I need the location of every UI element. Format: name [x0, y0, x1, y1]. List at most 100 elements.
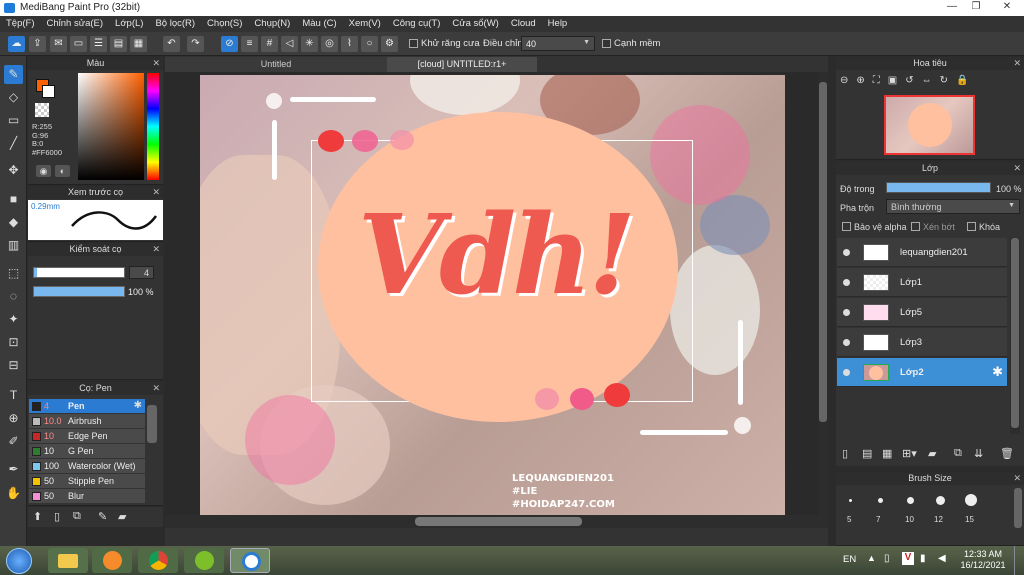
horizontal-scrollbar[interactable]	[165, 515, 828, 528]
menu-file[interactable]: Tệp(F)	[0, 16, 41, 32]
protect-alpha-checkbox[interactable]	[842, 222, 851, 231]
brush-new-icon[interactable]: ▯	[54, 510, 60, 523]
blend-mode-dropdown[interactable]: Bình thường ▼	[886, 199, 1020, 214]
lock-checkbox[interactable]	[967, 222, 976, 231]
adjust-dropdown[interactable]: 40 ▼	[521, 36, 595, 51]
menu-snap[interactable]: Chụp(N)	[248, 16, 296, 32]
clipping-checkbox[interactable]	[911, 222, 920, 231]
media-player-taskbar-icon[interactable]	[92, 548, 132, 573]
cloud-icon[interactable]: ☁	[8, 36, 25, 52]
tray-arrow-icon[interactable]: ▲	[867, 553, 876, 563]
folder-icon[interactable]: ▰	[928, 447, 936, 460]
brush-item-pen[interactable]: 4 Pen ✱	[29, 399, 145, 414]
layer-row[interactable]: Lớp3	[837, 328, 1007, 357]
brush-item-airbrush[interactable]: 10.0 Airbrush	[29, 414, 145, 429]
brush-edit-icon[interactable]: ✎	[98, 510, 107, 523]
explorer-taskbar-icon[interactable]	[48, 548, 88, 573]
brush-size-dot[interactable]	[878, 498, 883, 503]
hue-slider[interactable]	[147, 73, 159, 180]
eye-icon[interactable]	[843, 249, 850, 256]
rotate-left-icon[interactable]: ↺	[905, 75, 921, 86]
brush-size-scrollbar[interactable]	[1014, 488, 1022, 528]
text-tool-icon[interactable]: T	[4, 386, 23, 405]
comment-icon[interactable]: ✉	[50, 36, 67, 52]
language-indicator[interactable]: EN	[843, 554, 856, 565]
brush-copy-icon[interactable]: ⧉	[73, 510, 81, 523]
select-tool-icon[interactable]: ⬚	[4, 264, 23, 283]
snap-perspective-icon[interactable]: ◁	[281, 36, 298, 52]
close-icon[interactable]: ✕	[152, 57, 160, 70]
menu-tools[interactable]: Công cụ(T)	[387, 16, 447, 32]
antialias-checkbox[interactable]	[409, 39, 418, 48]
menu-select[interactable]: Chọn(S)	[201, 16, 248, 32]
brush-add-icon[interactable]: ⬆	[33, 510, 42, 523]
network-icon[interactable]: ▮	[920, 553, 926, 564]
clock[interactable]: 12:33 AM 16/12/2021	[958, 549, 1008, 571]
navigator-thumbnail[interactable]	[884, 95, 975, 155]
eye-icon[interactable]	[843, 279, 850, 286]
snap-settings-icon[interactable]: ⚙	[381, 36, 398, 52]
layer-row[interactable]: Lớp1	[837, 268, 1007, 297]
chrome-taskbar-icon[interactable]	[138, 548, 178, 573]
snap-grid-icon[interactable]: #	[261, 36, 278, 52]
show-desktop-button[interactable]	[1014, 546, 1024, 575]
palette-icon[interactable]: ◉	[36, 165, 51, 177]
menu-window[interactable]: Cửa sổ(W)	[446, 16, 504, 32]
rectangle-tool-icon[interactable]: ▭	[4, 111, 23, 130]
brush-item-edge-pen[interactable]: 10 Edge Pen	[29, 429, 145, 444]
new-file-icon[interactable]: ▭	[70, 36, 87, 52]
document-icon[interactable]: ☰	[90, 36, 107, 52]
new-8bit-layer-icon[interactable]: ▦	[882, 447, 892, 460]
pen-tool-icon[interactable]: ✒	[4, 460, 23, 479]
maximize-button[interactable]: ❐	[962, 0, 990, 15]
brush-opacity-slider[interactable]	[33, 286, 125, 297]
brush-item-stipple-pen[interactable]: 50 Stipple Pen	[29, 474, 145, 489]
grid-doc-icon[interactable]: ▤	[110, 36, 127, 52]
brush-item-blur[interactable]: 50 Blur	[29, 489, 145, 504]
menu-filter[interactable]: Bộ lọc(R)	[149, 16, 201, 32]
brush-list-scrollbar[interactable]	[147, 405, 157, 443]
menu-color[interactable]: Màu (C)	[296, 16, 342, 32]
brush-size-dot[interactable]	[936, 496, 945, 505]
layer-settings-icon[interactable]: ✱	[992, 364, 1003, 380]
tab-untitled[interactable]: Untitled	[165, 57, 387, 72]
close-icon[interactable]: ✕	[1013, 472, 1021, 485]
close-icon[interactable]: ✕	[1013, 57, 1021, 70]
bucket-tool-icon[interactable]: ◆	[4, 213, 23, 232]
layer-row-selected[interactable]: Lớp2 ✱	[837, 358, 1007, 387]
operation-tool-icon[interactable]: ⊕	[4, 409, 23, 428]
lasso-tool-icon[interactable]: ◌	[4, 287, 23, 306]
trash-icon[interactable]: 🗑	[1000, 447, 1014, 460]
tray-device-icon[interactable]: ▯	[884, 553, 890, 564]
app-taskbar-icon[interactable]	[184, 548, 224, 573]
zoom-in-icon[interactable]: ⊕	[856, 75, 872, 86]
soft-edge-checkbox[interactable]	[602, 39, 611, 48]
add-layer-dropdown-icon[interactable]: ⊞▾	[902, 447, 917, 460]
brush-size-value[interactable]: 4	[129, 266, 154, 279]
snap-parallel-icon[interactable]: ≡	[241, 36, 258, 52]
brush-item-g-pen[interactable]: 10 G Pen	[29, 444, 145, 459]
medibang-taskbar-icon[interactable]	[230, 548, 270, 573]
close-icon[interactable]: ✕	[152, 382, 160, 395]
snap-off-icon[interactable]: ⊘	[221, 36, 238, 52]
layer-scrollbar[interactable]	[1010, 238, 1020, 434]
color-picker-square[interactable]	[78, 73, 144, 180]
gradient-tool-icon[interactable]: ▥	[4, 236, 23, 255]
eye-icon[interactable]	[843, 369, 850, 376]
snap-circle-icon[interactable]: ◎	[321, 36, 338, 52]
layer-row[interactable]: lequangdien201	[837, 238, 1007, 267]
line-tool-icon[interactable]: ╱	[4, 134, 23, 153]
actual-size-icon[interactable]: ▣	[888, 75, 905, 86]
eye-icon[interactable]	[843, 339, 850, 346]
lock-icon[interactable]: 🔒	[956, 75, 976, 86]
close-icon[interactable]: ✕	[1013, 162, 1021, 175]
fill-rect-tool-icon[interactable]: ■	[4, 190, 23, 209]
secondary-color-swatch[interactable]	[42, 85, 55, 98]
canvas[interactable]: Vdh! LEQUANGDIEN201 #LIE #HOIDAP247.COM	[200, 75, 785, 515]
brush-item-watercolor[interactable]: 100 Watercolor (Wet)	[29, 459, 145, 474]
undo-icon[interactable]: ↶	[163, 36, 180, 52]
upload-icon[interactable]: ⇪	[29, 36, 46, 52]
duplicate-layer-icon[interactable]: ⧉	[954, 447, 962, 460]
menu-view[interactable]: Xem(V)	[343, 16, 387, 32]
eraser-tool-icon[interactable]: ◇	[4, 88, 23, 107]
